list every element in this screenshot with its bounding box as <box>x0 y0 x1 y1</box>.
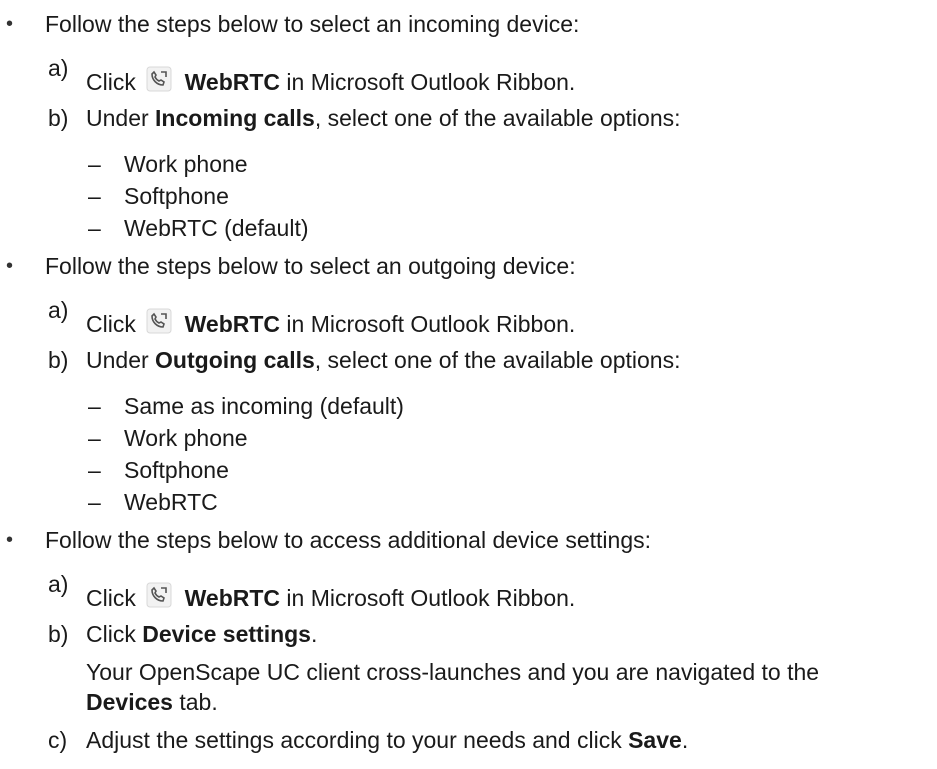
result-text-line1: Your OpenScape UC client cross-launches … <box>86 659 820 685</box>
webrtc-phone-icon <box>146 66 172 92</box>
result-text-post: tab. <box>172 689 218 715</box>
step-text-post: , select one of the available options: <box>314 347 681 373</box>
result-text-line2: Devices tab. <box>86 688 218 716</box>
step-text-pre: Click <box>86 311 136 337</box>
bullet-marker: • <box>6 255 14 277</box>
option-text: Same as incoming (default) <box>124 393 404 419</box>
step-text-post: . <box>310 621 318 647</box>
dash-marker: – <box>88 393 101 419</box>
step-bold: Save <box>628 727 682 753</box>
option-text: Work phone <box>124 425 248 451</box>
step-text-pre: Under <box>86 347 156 373</box>
dash-marker: – <box>88 183 101 209</box>
bullet-marker: • <box>6 13 14 35</box>
webrtc-phone-icon <box>146 582 172 608</box>
bullet-intro: Follow the steps below to select an outg… <box>45 253 576 279</box>
step-text-pre: Click <box>86 621 143 647</box>
step-letter: a) <box>48 55 69 81</box>
step-text-post: in Microsoft Outlook Ribbon. <box>286 311 576 337</box>
step-text-post: in Microsoft Outlook Ribbon. <box>286 585 576 611</box>
step-bold: WebRTC <box>184 311 281 337</box>
step-bold: Incoming calls <box>155 105 315 131</box>
step-letter: b) <box>48 105 69 131</box>
step-letter: b) <box>48 347 69 373</box>
step-letter: c) <box>48 727 68 753</box>
dash-marker: – <box>88 215 101 241</box>
bullet-marker: • <box>6 529 14 551</box>
result-bold: Devices <box>86 689 173 715</box>
option-text: Softphone <box>124 183 229 209</box>
step-text-pre: Click <box>86 69 136 95</box>
step-text-post: in Microsoft Outlook Ribbon. <box>286 69 576 95</box>
webrtc-phone-icon <box>146 308 172 334</box>
option-text: Softphone <box>124 457 229 483</box>
step-letter: b) <box>48 621 69 647</box>
step-bold: Device settings <box>142 621 311 647</box>
step-letter: a) <box>48 571 69 597</box>
bullet-intro: Follow the steps below to select an inco… <box>45 11 580 37</box>
step-text: Click WebRTC in Microsoft Outlook Ribbon… <box>86 308 575 338</box>
step-text-post: . <box>681 727 689 753</box>
dash-marker: – <box>88 489 101 515</box>
step-text: Click WebRTC in Microsoft Outlook Ribbon… <box>86 66 575 96</box>
bullet-intro: Follow the steps below to access additio… <box>45 527 651 553</box>
step-bold: WebRTC <box>184 69 281 95</box>
step-bold: Outgoing calls <box>155 347 315 373</box>
step-text: Under Incoming calls, select one of the … <box>86 104 681 132</box>
step-letter: a) <box>48 297 69 323</box>
dash-marker: – <box>88 457 101 483</box>
step-text-post: , select one of the available options: <box>314 105 681 131</box>
option-text: WebRTC (default) <box>124 215 309 241</box>
dash-marker: – <box>88 151 101 177</box>
dash-marker: – <box>88 425 101 451</box>
step-text: Click Device settings. <box>86 620 317 648</box>
step-text-pre: Click <box>86 585 136 611</box>
option-text: Work phone <box>124 151 248 177</box>
step-text: Adjust the settings according to your ne… <box>86 726 688 754</box>
step-bold: WebRTC <box>184 585 281 611</box>
option-text: WebRTC <box>124 489 218 515</box>
step-text: Click WebRTC in Microsoft Outlook Ribbon… <box>86 582 575 612</box>
step-text: Under Outgoing calls, select one of the … <box>86 346 680 374</box>
step-text-pre: Under <box>86 105 156 131</box>
step-text-pre: Adjust the settings according to your ne… <box>86 727 629 753</box>
